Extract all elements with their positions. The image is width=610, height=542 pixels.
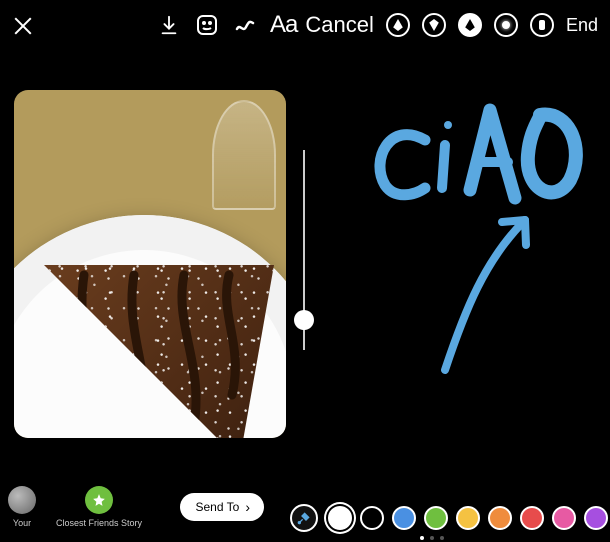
your-story-button[interactable]: Your bbox=[8, 486, 36, 528]
pen-tool-1[interactable] bbox=[386, 13, 410, 37]
color-swatch-orange[interactable] bbox=[488, 506, 512, 530]
your-story-label: Your bbox=[13, 518, 31, 528]
share-panel: Your Closest Friends Story Send To › bbox=[0, 472, 278, 542]
color-swatch-green[interactable] bbox=[424, 506, 448, 530]
handwriting-ciao bbox=[330, 80, 600, 380]
chevron-right-icon: › bbox=[245, 499, 250, 515]
eraser-tool[interactable] bbox=[530, 13, 554, 37]
sticker-icon[interactable] bbox=[194, 12, 220, 38]
brush-size-slider-thumb[interactable] bbox=[294, 310, 314, 330]
close-button[interactable] bbox=[12, 14, 34, 36]
send-to-button[interactable]: Send To › bbox=[180, 493, 265, 521]
color-swatch-red[interactable] bbox=[520, 506, 544, 530]
color-swatch-black[interactable] bbox=[360, 506, 384, 530]
send-to-label: Send To bbox=[196, 500, 240, 514]
text-tool-button[interactable]: Aa bbox=[270, 11, 297, 39]
color-swatch-white[interactable] bbox=[328, 506, 352, 530]
star-icon bbox=[92, 493, 106, 507]
color-swatch-purple[interactable] bbox=[584, 506, 608, 530]
done-button[interactable]: End bbox=[566, 15, 598, 36]
close-friends-label: Closest Friends Story bbox=[56, 518, 142, 528]
color-palette bbox=[290, 504, 608, 532]
story-photo[interactable] bbox=[14, 90, 286, 438]
your-story-avatar-icon bbox=[8, 486, 36, 514]
cancel-button[interactable]: Cancel bbox=[305, 12, 373, 38]
color-swatch-yellow[interactable] bbox=[456, 506, 480, 530]
save-download-icon[interactable] bbox=[156, 12, 182, 38]
pen-tool-2[interactable] bbox=[422, 13, 446, 37]
eyedropper-button[interactable] bbox=[290, 504, 318, 532]
color-swatch-blue[interactable] bbox=[392, 506, 416, 530]
pen-tool-3[interactable] bbox=[458, 13, 482, 37]
pen-tool-4[interactable] bbox=[494, 13, 518, 37]
photo-glass bbox=[212, 100, 276, 210]
draw-icon[interactable] bbox=[232, 12, 258, 38]
palette-pager bbox=[420, 536, 444, 540]
color-swatch-pink[interactable] bbox=[552, 506, 576, 530]
close-friends-button[interactable]: Closest Friends Story bbox=[56, 486, 142, 528]
